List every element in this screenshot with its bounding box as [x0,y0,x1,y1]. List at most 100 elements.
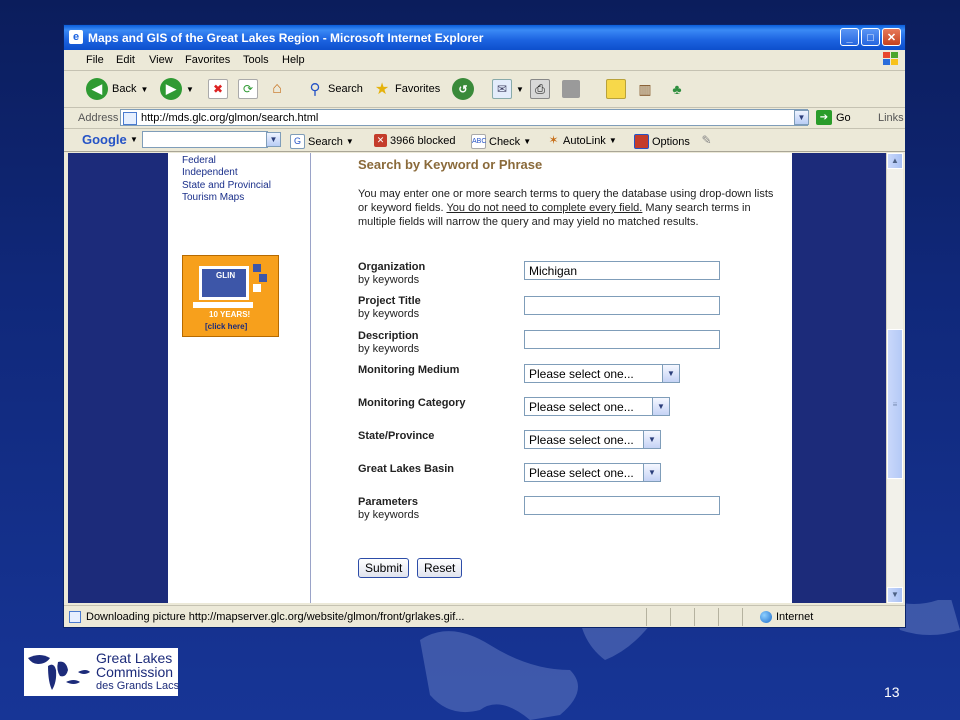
reset-button[interactable]: Reset [417,558,463,578]
description-sublabel: by keywords [358,343,420,355]
go-button[interactable]: ➔ Go [816,110,851,125]
organization-sublabel: by keywords [358,274,420,286]
nav-link-independent[interactable]: Independent [182,167,238,178]
google-search-input[interactable] [142,131,268,148]
status-separator [742,608,743,626]
edit-button[interactable] [562,77,580,101]
status-separator [670,608,671,626]
messenger-icon: ♣ [672,81,682,97]
options-button[interactable]: Options [634,134,690,149]
page-icon [123,112,137,125]
search-form: Search by Keyword or Phrase You may ente… [311,153,792,603]
refresh-icon: ⟳ [238,79,258,99]
project-title-sublabel: by keywords [358,308,420,320]
mail-button[interactable]: ✉ ▼ [492,77,524,101]
scroll-down-button[interactable]: ▼ [887,587,903,603]
monitoring-category-select[interactable]: Please select one... ▼ [524,397,670,416]
square-decoration [253,284,261,292]
address-bar: Address http://mds.glc.org/glmon/search.… [64,108,905,129]
address-value: http://mds.glc.org/glmon/search.html [141,112,319,124]
nav-link-tourism-maps[interactable]: Tourism Maps [182,192,244,203]
mail-icon: ✉ [492,79,512,99]
google-search-button[interactable]: G Search ▼ [290,134,354,149]
print-button[interactable]: ⎙ [530,77,550,101]
chevron-down-icon: ▼ [186,84,194,94]
minimize-button[interactable]: _ [840,28,859,46]
intro-underlined: You do not need to complete every field. [446,202,643,214]
great-lakes-basin-select[interactable]: Please select one... ▼ [524,463,661,482]
links-button[interactable]: Links [878,112,904,124]
page-title: Search by Keyword or Phrase [358,157,543,172]
maximize-button[interactable]: □ [861,28,880,46]
project-title-input[interactable] [524,296,720,315]
spell-check-button[interactable]: ABC Check ▼ [471,134,531,149]
description-label: Description [358,330,419,342]
right-margin [792,153,886,603]
menu-tools[interactable]: Tools [243,54,269,66]
popup-blocker-button[interactable]: ✕ 3966 blocked [374,134,455,147]
search-button[interactable]: ⚲ Search [306,77,363,101]
messenger-button[interactable]: ♣ [668,77,686,101]
stop-icon: ✖ [208,79,228,99]
keyboard-icon [193,302,253,308]
left-navigation: Federal Independent State and Provincial… [168,153,310,603]
pencil-button[interactable]: ✎ [700,134,713,147]
research-button[interactable]: ▥ [636,77,654,101]
parameters-sublabel: by keywords [358,509,420,521]
monitoring-category-value: Please select one... [529,400,634,414]
chevron-down-icon: ▼ [345,137,354,146]
state-province-select[interactable]: Please select one... ▼ [524,430,661,449]
menu-view[interactable]: View [149,54,173,66]
chevron-down-icon[interactable]: ▼ [130,135,138,144]
nav-link-federal[interactable]: Federal [182,155,216,166]
state-province-value: Please select one... [529,433,634,447]
vertical-scrollbar[interactable]: ▲ ≡ ▼ [886,153,903,603]
menu-file[interactable]: File [86,54,104,66]
glin-10-years-badge[interactable]: GLIN 10 YEARS! [click here] [182,255,279,337]
address-dropdown-button[interactable]: ▼ [794,110,809,125]
menu-edit[interactable]: Edit [116,54,135,66]
parameters-input[interactable] [524,496,720,515]
scroll-up-button[interactable]: ▲ [887,153,903,169]
refresh-button[interactable]: ⟳ [238,77,258,101]
monitoring-category-label: Monitoring Category [358,397,466,409]
autolink-button[interactable]: ✶ AutoLink ▼ [547,134,616,147]
menu-help[interactable]: Help [282,54,305,66]
history-button[interactable]: ↺ [452,77,474,101]
organization-input[interactable]: Michigan [524,261,720,280]
stop-button[interactable]: ✖ [208,77,228,101]
description-input[interactable] [524,330,720,349]
address-input[interactable]: http://mds.glc.org/glmon/search.html [120,109,808,126]
close-button[interactable]: ✕ [882,28,901,46]
home-button[interactable]: ⌂ [268,77,286,101]
chevron-down-icon: ▼ [643,431,660,448]
star-icon: ★ [374,81,390,98]
monitoring-medium-select[interactable]: Please select one... ▼ [524,364,680,383]
menu-favorites[interactable]: Favorites [185,54,230,66]
spell-check-label: Check [489,135,521,148]
google-search-dropdown-button[interactable]: ▼ [266,132,281,147]
logo-text-french: des Grands Lacs [96,680,180,692]
great-lakes-basin-value: Please select one... [529,466,634,480]
nav-link-state-provincial[interactable]: State and Provincial [182,180,271,191]
parameters-label: Parameters [358,496,418,508]
forward-button[interactable]: ▶ ▼ [160,77,194,101]
square-decoration [253,264,261,272]
options-icon [634,134,649,149]
go-arrow-icon: ➔ [816,110,832,125]
print-icon: ⎙ [530,79,550,99]
back-button[interactable]: ◀ Back ▼ [86,77,148,101]
title-bar: e Maps and GIS of the Great Lakes Region… [64,25,905,50]
great-lakes-commission-logo: Great Lakes Commission des Grands Lacs [24,648,180,696]
project-title-label: Project Title [358,295,421,307]
search-icon: ⚲ [309,81,321,98]
organization-label: Organization [358,261,426,273]
globe-icon [760,611,772,623]
favorites-button[interactable]: ★ Favorites [373,77,440,101]
scroll-thumb[interactable]: ≡ [887,329,903,479]
discuss-button[interactable] [606,77,626,101]
history-icon: ↺ [452,78,474,100]
zone-label: Internet [776,611,814,623]
google-logo[interactable]: Google [82,132,127,147]
submit-button[interactable]: Submit [358,558,410,578]
